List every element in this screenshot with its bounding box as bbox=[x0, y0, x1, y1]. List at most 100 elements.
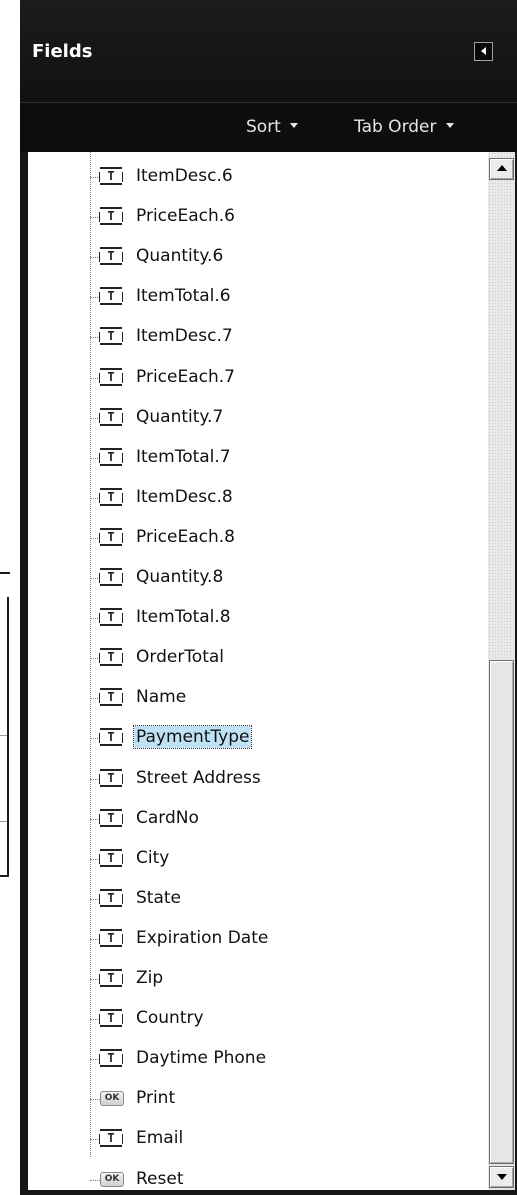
tree-branch-line bbox=[90, 1099, 100, 1101]
field-name-label: Name bbox=[136, 687, 187, 708]
field-tree-item[interactable]: T Expiration Date bbox=[90, 919, 475, 959]
text-field-icon: T bbox=[99, 888, 123, 907]
field-tree-item[interactable]: T Country bbox=[90, 999, 475, 1039]
icon-glyph: T bbox=[107, 570, 115, 584]
field-tree-item[interactable]: T ItemDesc.6 bbox=[90, 157, 475, 197]
screen: Fields Sort Tab Order T ItemDesc.6 T Pri… bbox=[0, 0, 517, 1195]
field-tree-item[interactable]: T PriceEach.7 bbox=[90, 358, 475, 398]
text-field-icon: T bbox=[99, 928, 123, 947]
field-tree-item[interactable]: T Email bbox=[90, 1119, 475, 1159]
icon-glyph: T bbox=[107, 890, 115, 905]
field-name-label: State bbox=[136, 887, 181, 908]
scrollbar-thumb[interactable] bbox=[489, 660, 514, 1164]
field-tree-item[interactable]: T Quantity.7 bbox=[90, 398, 475, 438]
background-document-frame bbox=[0, 597, 9, 877]
text-field-icon: T bbox=[99, 287, 123, 306]
field-tree-item[interactable]: T CardNo bbox=[90, 799, 475, 839]
field-name-label: OrderTotal bbox=[136, 647, 225, 668]
tab-order-menu-button[interactable]: Tab Order bbox=[354, 117, 454, 137]
icon-glyph: T bbox=[107, 971, 115, 985]
field-tree-item[interactable]: T Street Address bbox=[90, 759, 475, 799]
fields-tree-list[interactable]: T ItemDesc.6 T PriceEach.6 T Quantity.6 T ItemT… bbox=[28, 152, 515, 1190]
field-tree-item[interactable]: T State bbox=[90, 879, 475, 919]
icon-glyph: T bbox=[107, 209, 115, 224]
field-name-label: Quantity.6 bbox=[136, 246, 224, 267]
field-tree-item[interactable]: T Daytime Phone bbox=[90, 1039, 475, 1079]
text-field-icon: T bbox=[99, 447, 123, 466]
field-name-label: Print bbox=[136, 1088, 176, 1109]
field-name-label: Country bbox=[136, 1008, 204, 1029]
field-name-label: Daytime Phone bbox=[136, 1048, 267, 1069]
text-field-icon: T bbox=[99, 808, 123, 827]
icon-glyph: T bbox=[107, 1131, 115, 1146]
field-tree-item[interactable]: T ItemDesc.8 bbox=[90, 478, 475, 518]
text-field-icon: T bbox=[99, 568, 123, 586]
field-name-label: Zip bbox=[136, 968, 164, 988]
text-field-icon: T bbox=[99, 247, 123, 266]
field-name-label: Expiration Date bbox=[136, 927, 269, 948]
icon-glyph: T bbox=[107, 610, 115, 625]
field-tree-item[interactable]: OK Reset bbox=[90, 1160, 475, 1191]
field-tree-item[interactable]: T Zip bbox=[90, 959, 475, 999]
field-tree-item[interactable]: OK Print bbox=[90, 1079, 475, 1119]
sort-menu-button[interactable]: Sort bbox=[246, 117, 298, 137]
field-name-label: ItemDesc.6 bbox=[136, 166, 233, 186]
fields-toolbar: Sort Tab Order bbox=[20, 102, 517, 152]
icon-glyph: T bbox=[107, 1011, 115, 1026]
scroll-up-button[interactable] bbox=[489, 158, 514, 180]
text-field-icon: T bbox=[99, 688, 123, 707]
text-field-icon: T bbox=[99, 407, 123, 426]
panel-title: Fields bbox=[32, 41, 93, 62]
field-name-label: PaymentType bbox=[132, 725, 253, 750]
arrow-up-icon bbox=[497, 165, 507, 171]
field-name-label: Quantity.8 bbox=[136, 567, 224, 587]
background-divider bbox=[0, 735, 7, 736]
field-name-label: ItemTotal.7 bbox=[136, 446, 231, 467]
text-field-icon: T bbox=[99, 487, 123, 506]
background-document-edge bbox=[0, 572, 10, 574]
icon-glyph: OK bbox=[104, 1173, 120, 1184]
icon-glyph: T bbox=[107, 730, 115, 745]
chevron-down-icon bbox=[289, 122, 298, 128]
field-tree-item[interactable]: T Quantity.6 bbox=[90, 237, 475, 277]
collapse-panel-button[interactable] bbox=[474, 42, 493, 61]
icon-glyph: T bbox=[107, 489, 115, 504]
field-tree-item[interactable]: T ItemTotal.7 bbox=[90, 438, 475, 478]
icon-glyph: T bbox=[107, 770, 115, 785]
field-tree-item[interactable]: T ItemDesc.7 bbox=[90, 317, 475, 357]
tab-order-label: Tab Order bbox=[354, 117, 437, 137]
field-name-label: ItemTotal.6 bbox=[136, 286, 231, 307]
icon-glyph: T bbox=[107, 289, 115, 304]
icon-glyph: T bbox=[107, 409, 115, 424]
arrow-down-icon bbox=[497, 1174, 507, 1180]
icon-glyph: T bbox=[107, 529, 115, 544]
text-field-icon: T bbox=[99, 848, 123, 867]
fields-panel: Fields Sort Tab Order T ItemDesc.6 T Pri… bbox=[20, 0, 517, 1195]
text-field-icon: T bbox=[99, 768, 123, 787]
field-tree-item[interactable]: T City bbox=[90, 839, 475, 879]
text-field-icon: T bbox=[99, 1049, 123, 1068]
text-field-icon: T bbox=[99, 608, 123, 627]
text-field-icon: T bbox=[99, 527, 123, 546]
field-tree-item[interactable]: T ItemTotal.6 bbox=[90, 277, 475, 317]
field-tree-item[interactable]: T PriceEach.6 bbox=[90, 197, 475, 237]
field-name-label: ItemDesc.7 bbox=[136, 326, 233, 347]
text-field-icon: T bbox=[99, 728, 123, 747]
icon-glyph: T bbox=[107, 329, 115, 344]
field-tree-item[interactable]: T PaymentType bbox=[90, 718, 475, 758]
field-name-label: Street Address bbox=[136, 767, 261, 788]
field-name-label: ItemDesc.8 bbox=[136, 486, 233, 507]
icon-glyph: T bbox=[107, 369, 115, 384]
field-tree-item[interactable]: T OrderTotal bbox=[90, 638, 475, 678]
sort-label: Sort bbox=[246, 117, 281, 137]
scroll-down-button[interactable] bbox=[489, 1166, 514, 1188]
text-field-icon: T bbox=[99, 1009, 123, 1028]
icon-glyph: T bbox=[107, 850, 115, 865]
field-tree-item[interactable]: T Quantity.8 bbox=[90, 558, 475, 598]
field-tree-item[interactable]: T ItemTotal.8 bbox=[90, 598, 475, 638]
vertical-scrollbar[interactable] bbox=[488, 152, 515, 1190]
text-field-icon: T bbox=[99, 207, 123, 226]
text-field-icon: T bbox=[99, 327, 123, 346]
field-tree-item[interactable]: T PriceEach.8 bbox=[90, 518, 475, 558]
field-tree-item[interactable]: T Name bbox=[90, 678, 475, 718]
